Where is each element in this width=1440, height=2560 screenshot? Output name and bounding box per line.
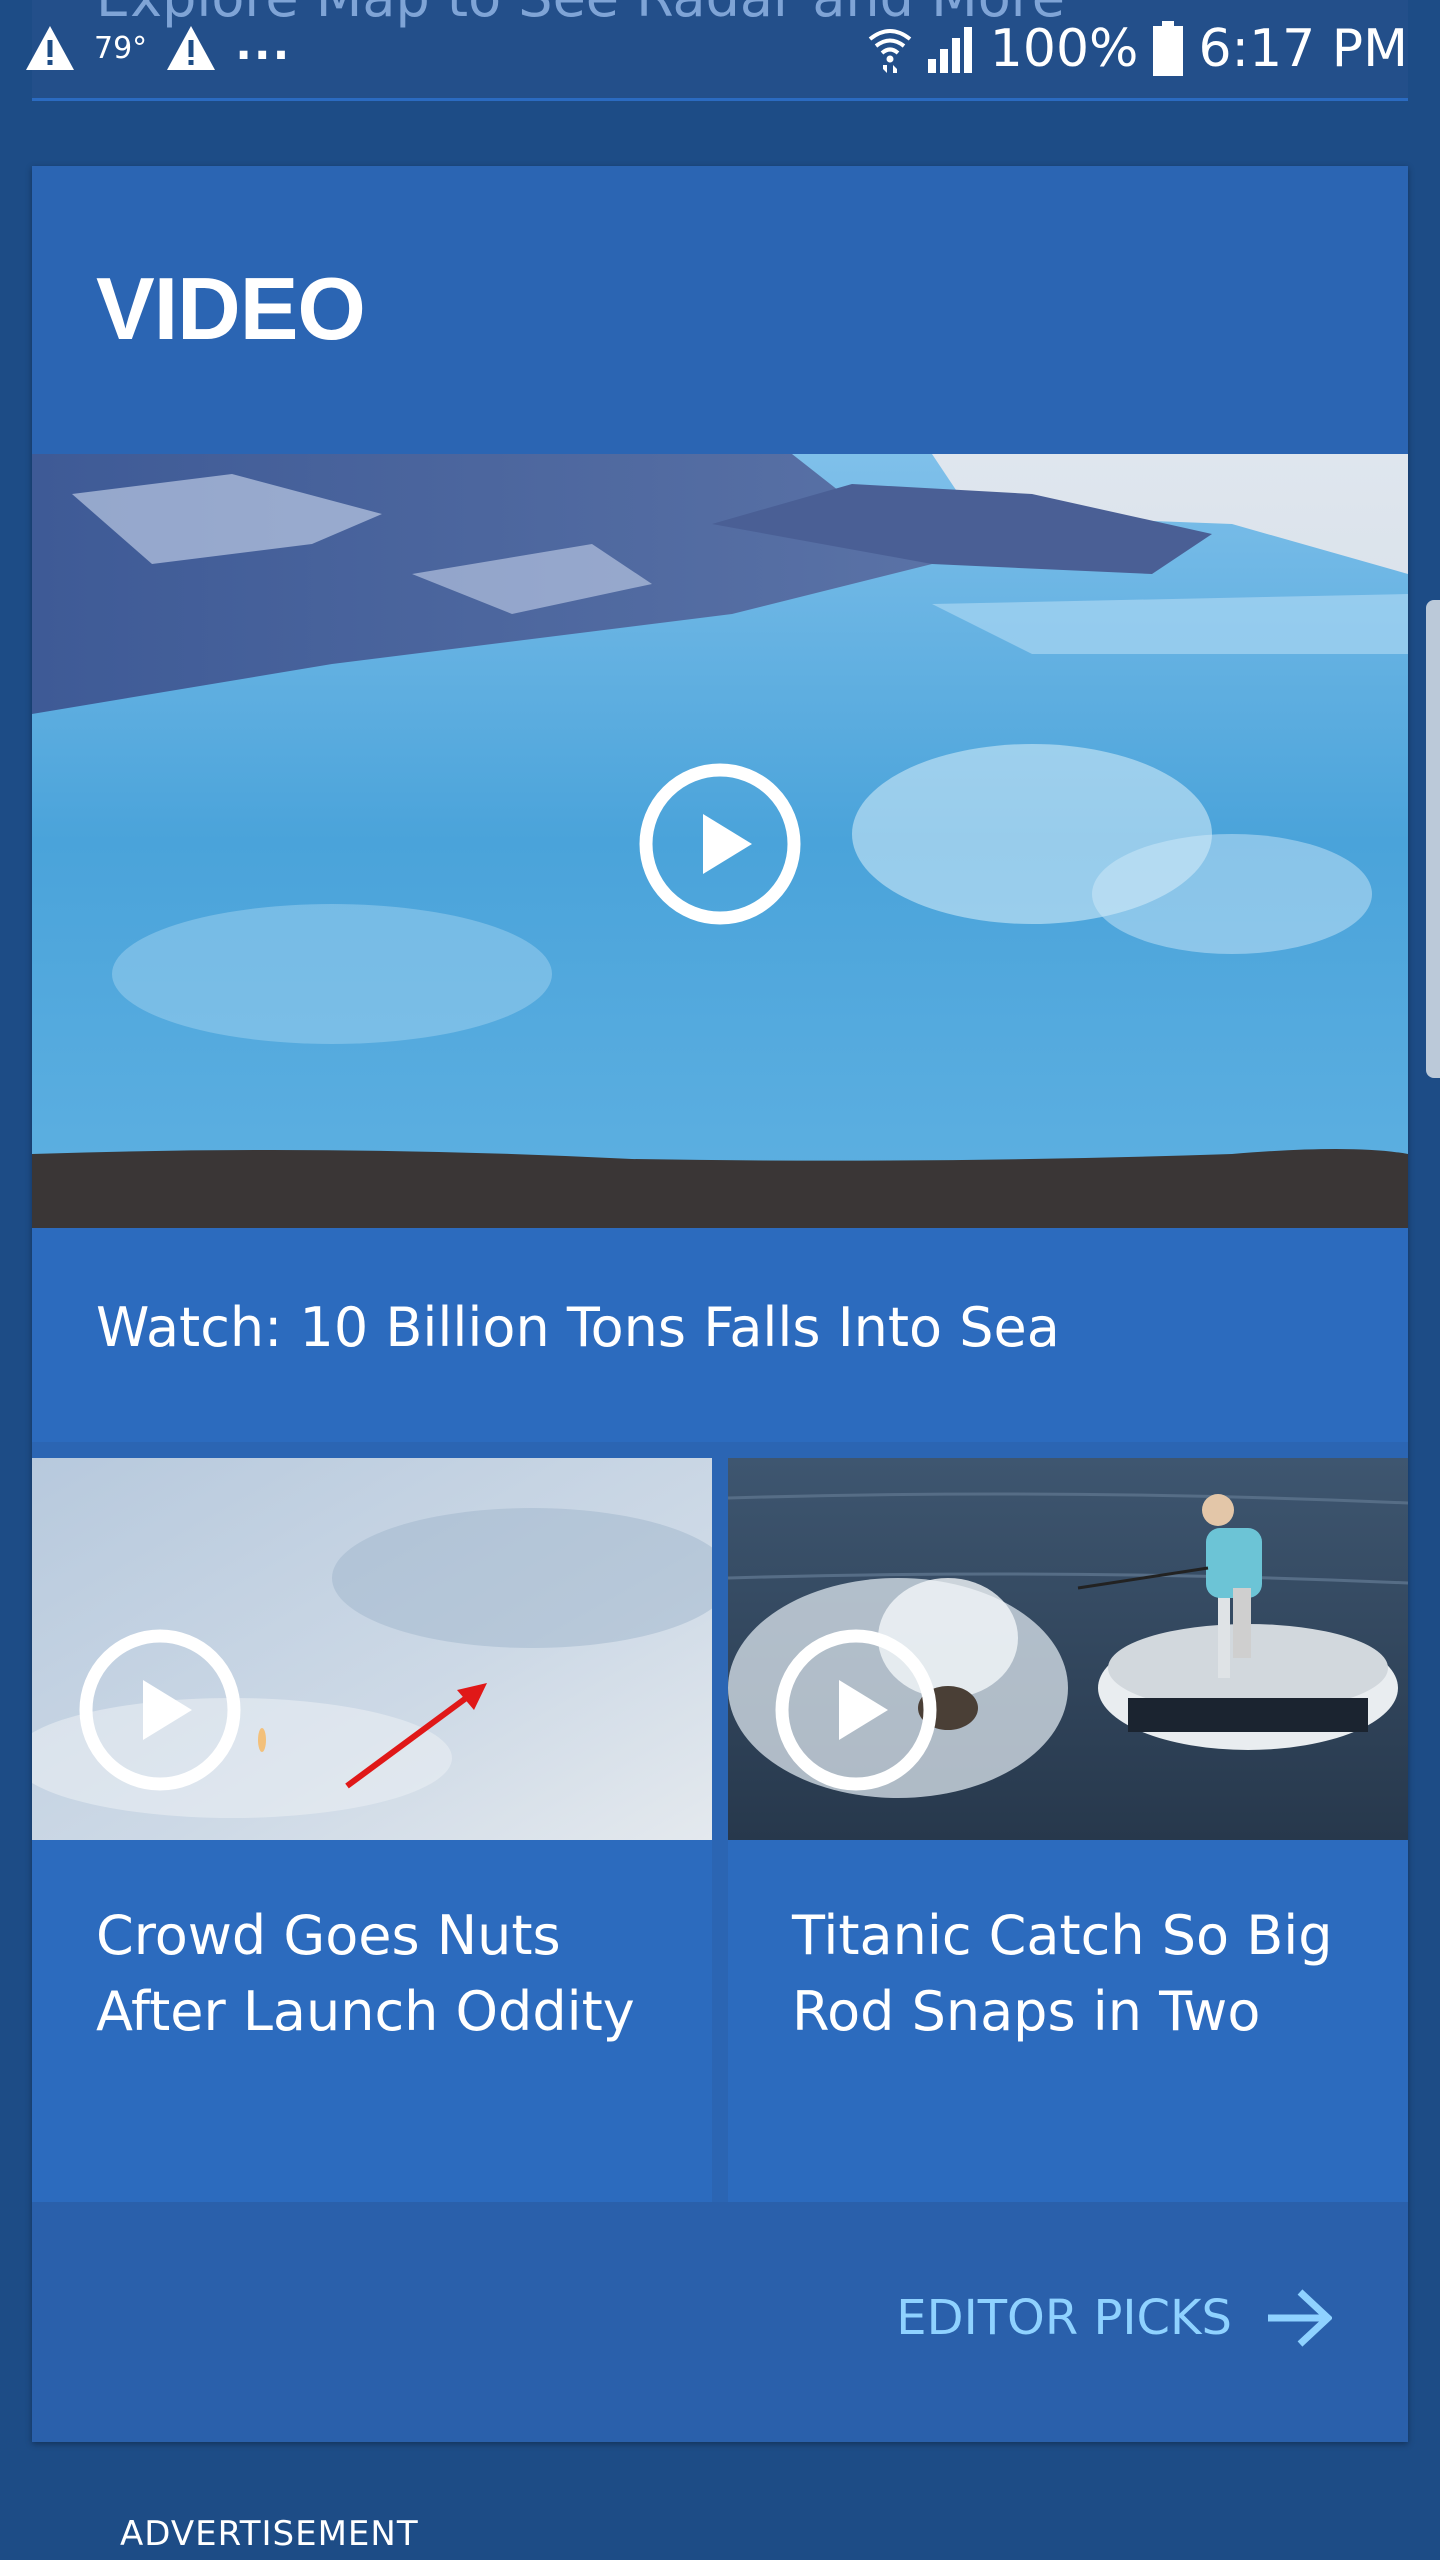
warning-icon xyxy=(167,26,216,70)
video-title-launch[interactable]: Crowd Goes Nuts After Launch Oddity xyxy=(96,1898,676,2050)
temperature-indicator: 79° xyxy=(94,30,148,66)
play-icon[interactable] xyxy=(774,1628,938,1792)
play-icon[interactable] xyxy=(638,762,802,926)
video-section-card: VIDEO Watch: 10 Billion Tons Falls Into … xyxy=(32,166,1408,2442)
play-icon[interactable] xyxy=(78,1628,242,1792)
arrow-right-icon xyxy=(1268,2289,1332,2347)
advertisement-label: ADVERTISEMENT xyxy=(120,2514,419,2554)
video-card-right[interactable]: Titanic Catch So Big Rod Snaps in Two xyxy=(728,1458,1408,2202)
battery-icon xyxy=(1153,21,1184,76)
video-thumbnail-fishing[interactable] xyxy=(728,1458,1408,1840)
clock: 6:17 PM xyxy=(1198,19,1408,79)
section-title: VIDEO xyxy=(96,259,366,358)
signal-icon xyxy=(927,27,972,73)
status-bar: Explore Map to See Radar and More 79° ..… xyxy=(0,0,1440,101)
scrollbar-thumb[interactable] xyxy=(1426,600,1440,1078)
editor-picks-label: EDITOR PICKS xyxy=(896,2290,1232,2346)
status-bar-left: 79° ... xyxy=(24,18,291,78)
warning-icon xyxy=(26,26,74,70)
wifi-icon xyxy=(868,29,912,73)
hero-video-title[interactable]: Watch: 10 Billion Tons Falls Into Sea xyxy=(96,1296,1060,1359)
battery-percent: 100% xyxy=(989,19,1139,79)
status-bar-right: 100% 6:17 PM xyxy=(868,14,1408,84)
video-thumbnail-launch[interactable] xyxy=(32,1458,712,1840)
more-notifications-icon: ... xyxy=(235,18,292,70)
editor-picks-link[interactable]: EDITOR PICKS xyxy=(896,2288,1332,2348)
video-card-left[interactable]: Crowd Goes Nuts After Launch Oddity xyxy=(32,1458,712,2202)
hero-video-thumbnail[interactable] xyxy=(32,454,1408,1228)
video-title-fishing[interactable]: Titanic Catch So Big Rod Snaps in Two xyxy=(792,1898,1372,2050)
